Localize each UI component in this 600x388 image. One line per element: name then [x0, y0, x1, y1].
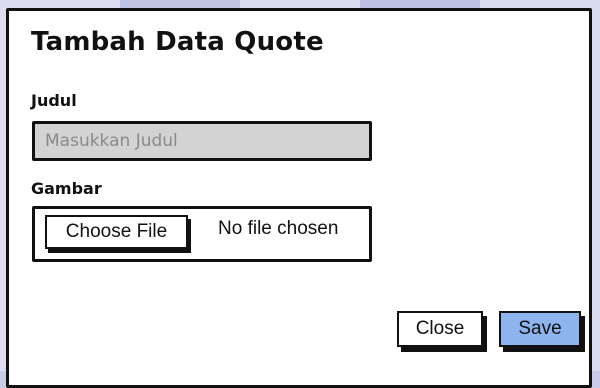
- judul-label: Judul: [31, 91, 77, 110]
- judul-input[interactable]: [32, 121, 372, 161]
- choose-file-button[interactable]: Choose File: [45, 215, 188, 249]
- dialog-title: Tambah Data Quote: [31, 27, 324, 57]
- close-button[interactable]: Close: [397, 311, 483, 347]
- gambar-file-input[interactable]: Choose File No file chosen: [32, 206, 372, 262]
- save-button[interactable]: Save: [499, 311, 581, 347]
- gambar-label: Gambar: [31, 179, 102, 198]
- file-status-text: No file chosen: [218, 218, 339, 239]
- add-quote-dialog: Tambah Data Quote Judul Gambar Choose Fi…: [6, 8, 592, 388]
